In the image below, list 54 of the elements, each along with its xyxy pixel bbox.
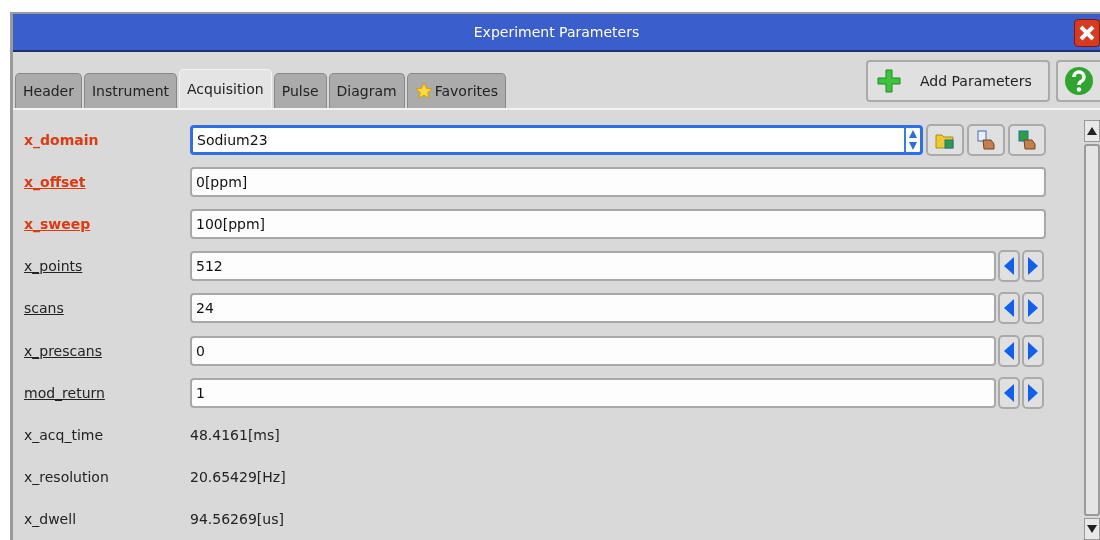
increment-button[interactable] xyxy=(1022,334,1044,367)
left-arrow-icon xyxy=(1003,382,1015,403)
parameter-label: x_dwell xyxy=(24,510,77,527)
increment-button[interactable] xyxy=(1022,376,1044,409)
close-button[interactable] xyxy=(1074,19,1100,47)
star-icon xyxy=(414,82,433,100)
parameter-value: 48.4161[ms] xyxy=(190,426,280,443)
decrement-button[interactable] xyxy=(998,292,1020,325)
increment-button[interactable] xyxy=(1022,250,1044,283)
parameter-label: x_acq_time xyxy=(24,426,105,443)
tab[interactable]: Acquisition xyxy=(179,69,272,108)
open-file-button[interactable] xyxy=(926,124,964,157)
parameter-label[interactable]: x_points xyxy=(24,258,190,275)
decrement-button[interactable] xyxy=(998,376,1020,409)
right-arrow-icon xyxy=(1027,340,1039,361)
right-arrow-icon xyxy=(1027,256,1039,277)
parameter-label[interactable]: mod_return xyxy=(24,384,190,401)
document-hand-icon xyxy=(976,130,996,151)
parameter-value: 20.65429[Hz] xyxy=(190,468,286,485)
parameter-label: x_domain xyxy=(24,132,100,149)
left-arrow-icon xyxy=(1003,298,1015,319)
help-icon xyxy=(1064,66,1094,96)
right-arrow-icon xyxy=(1027,298,1039,319)
left-arrow-icon xyxy=(1003,256,1015,277)
tab[interactable]: Favorites xyxy=(406,73,506,108)
add-parameters-button[interactable]: Add Parameters xyxy=(866,60,1050,102)
parameter-label: x_resolution xyxy=(24,468,110,485)
close-icon xyxy=(1078,24,1096,42)
paste-button[interactable] xyxy=(1008,124,1046,157)
parameter-value: 94.56269[us] xyxy=(190,510,284,527)
tab[interactable]: Pulse xyxy=(273,73,327,108)
input-field[interactable]: 0[ppm] xyxy=(190,167,1046,198)
tab[interactable]: Instrument xyxy=(84,73,177,108)
parameter-label[interactable]: x_prescans xyxy=(24,342,190,359)
dropdown-field[interactable]: Sodium23 xyxy=(190,125,923,156)
help-button[interactable] xyxy=(1056,60,1100,102)
decrement-button[interactable] xyxy=(998,334,1020,367)
window-title: Experiment Parameters xyxy=(473,24,640,40)
right-arrow-icon xyxy=(1027,382,1039,403)
input-field[interactable]: 0 xyxy=(190,335,996,366)
chart-hand-icon xyxy=(1017,130,1037,151)
input-field[interactable]: 100[ppm] xyxy=(190,209,1046,240)
tab[interactable]: Header xyxy=(15,73,82,108)
increment-button[interactable] xyxy=(1022,292,1044,325)
input-field[interactable]: 1 xyxy=(190,377,996,408)
plus-icon xyxy=(876,68,902,94)
input-field[interactable]: 24 xyxy=(190,293,996,324)
left-arrow-icon xyxy=(1003,340,1015,361)
copy-button[interactable] xyxy=(967,124,1005,157)
up-down-arrows-icon[interactable] xyxy=(904,127,920,154)
parameter-label[interactable]: scans xyxy=(24,300,190,317)
input-field[interactable]: 512 xyxy=(190,251,996,282)
tab[interactable]: Diagram xyxy=(328,73,405,108)
decrement-button[interactable] xyxy=(998,250,1020,283)
